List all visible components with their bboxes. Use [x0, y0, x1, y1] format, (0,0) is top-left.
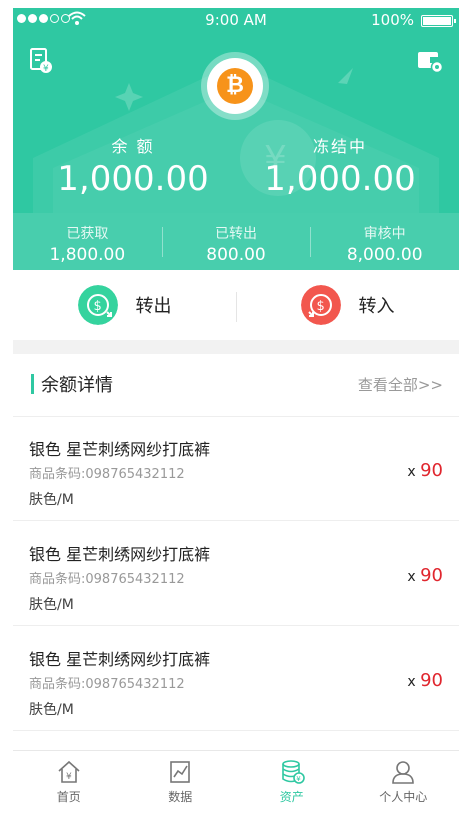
- quantity-value: 90: [420, 565, 443, 586]
- view-all-link[interactable]: 查看全部>>: [358, 374, 443, 395]
- svg-text:¥: ¥: [296, 775, 301, 783]
- item-barcode: 商品条码:098765432112: [29, 467, 185, 482]
- item-barcode: 商品条码:098765432112: [29, 572, 185, 587]
- item-variant: 肤色/M: [29, 492, 74, 508]
- balance-detail-list: 银色 星芒刺绣网纱打底裤 商品条码:098765432112 肤色/M x 90…: [13, 416, 459, 731]
- stat-earned: 已获取 1,800.00: [13, 213, 162, 270]
- transfer-out-label: 转出: [135, 296, 172, 317]
- transfer-out-button[interactable]: $ 转出: [13, 270, 236, 340]
- transfer-out-icon: $: [77, 285, 118, 325]
- tab-data[interactable]: 数据: [125, 751, 237, 814]
- asset-header: ¥ 9:00 AM 100% ¥ ₿ 余 额 1,000.00 冻结中 1,00…: [13, 8, 459, 270]
- quantity-prefix: x: [407, 464, 416, 480]
- stat-reviewing: 审核中 8,000.00: [310, 213, 459, 270]
- frozen-value: 1,000.00: [264, 159, 416, 199]
- transfer-in-label: 转入: [358, 296, 395, 317]
- quantity-value: 90: [420, 670, 443, 691]
- item-quantity: x 90: [407, 460, 443, 481]
- battery-icon: [421, 15, 456, 27]
- stat-label: 已获取: [66, 226, 109, 242]
- balance-block: 余 额 1,000.00: [43, 133, 223, 199]
- list-item[interactable]: 银色 星芒刺绣网纱打底裤 商品条码:098765432112 肤色/M x 90: [13, 416, 459, 521]
- stat-value: 1,800.00: [49, 245, 126, 265]
- tab-label: 资产: [279, 790, 304, 804]
- list-item[interactable]: 银色 星芒刺绣网纱打底裤 商品条码:098765432112 肤色/M x 90: [13, 626, 459, 731]
- quantity-prefix: x: [407, 569, 416, 585]
- transfer-in-button[interactable]: $ 转入: [236, 270, 459, 340]
- frozen-block: 冻结中 1,000.00: [250, 133, 430, 199]
- item-name: 银色 星芒刺绣网纱打底裤: [29, 545, 211, 564]
- battery-percent: 100%: [371, 11, 414, 29]
- stat-transferred: 已转出 800.00: [161, 213, 311, 270]
- frozen-label: 冻结中: [312, 137, 367, 156]
- svg-text:$: $: [316, 299, 324, 314]
- wallet-settings-icon[interactable]: [417, 48, 443, 74]
- bitcoin-icon: ₿: [217, 68, 253, 104]
- bitcoin-avatar: ₿: [201, 52, 269, 120]
- item-name: 银色 星芒刺绣网纱打底裤: [29, 440, 211, 459]
- stats-bar: 已获取 1,800.00 已转出 800.00 审核中 8,000.00: [13, 213, 459, 270]
- app-screen: ¥ 9:00 AM 100% ¥ ₿ 余 额 1,000.00 冻结中 1,00…: [13, 8, 459, 814]
- tab-label: 个人中心: [379, 790, 428, 804]
- tab-assets[interactable]: ¥ 资产: [236, 751, 348, 814]
- stat-label: 审核中: [363, 226, 406, 242]
- stat-value: 800.00: [206, 245, 266, 265]
- transfer-actions: $ 转出 $ 转入: [13, 270, 459, 340]
- balance-detail-header: 余额详情 查看全部>>: [13, 354, 459, 417]
- tab-label: 首页: [56, 790, 81, 804]
- bill-icon[interactable]: ¥: [29, 48, 53, 74]
- balance-value: 1,000.00: [57, 159, 209, 199]
- tab-home[interactable]: ¥ 首页: [13, 751, 125, 814]
- status-bar: 9:00 AM 100%: [13, 8, 459, 32]
- balance-label: 余 额: [111, 137, 155, 156]
- chart-icon: [170, 761, 191, 783]
- home-icon: ¥: [58, 760, 80, 783]
- item-quantity: x 90: [407, 565, 443, 586]
- list-item[interactable]: 银色 星芒刺绣网纱打底裤 商品条码:098765432112 肤色/M x 90: [13, 521, 459, 626]
- bottom-tab-bar: ¥ 首页 数据 ¥ 资产 个人中心: [13, 750, 459, 814]
- section-divider: [13, 340, 459, 354]
- assets-icon: ¥: [281, 760, 305, 784]
- section-title: 余额详情: [41, 375, 113, 396]
- quantity-value: 90: [420, 460, 443, 481]
- svg-text:¥: ¥: [66, 772, 72, 782]
- item-variant: 肤色/M: [29, 597, 74, 613]
- item-quantity: x 90: [407, 670, 443, 691]
- item-name: 银色 星芒刺绣网纱打底裤: [29, 650, 211, 669]
- svg-text:¥: ¥: [43, 64, 49, 74]
- tab-label: 数据: [168, 790, 193, 804]
- item-barcode: 商品条码:098765432112: [29, 677, 185, 692]
- svg-text:$: $: [93, 299, 101, 314]
- transfer-in-icon: $: [300, 285, 341, 325]
- user-icon: [392, 761, 415, 784]
- section-accent-bar: [31, 374, 34, 394]
- quantity-prefix: x: [407, 674, 416, 690]
- item-variant: 肤色/M: [29, 702, 74, 718]
- tab-profile[interactable]: 个人中心: [348, 751, 460, 814]
- stat-value: 8,000.00: [346, 245, 423, 265]
- stat-label: 已转出: [215, 226, 257, 242]
